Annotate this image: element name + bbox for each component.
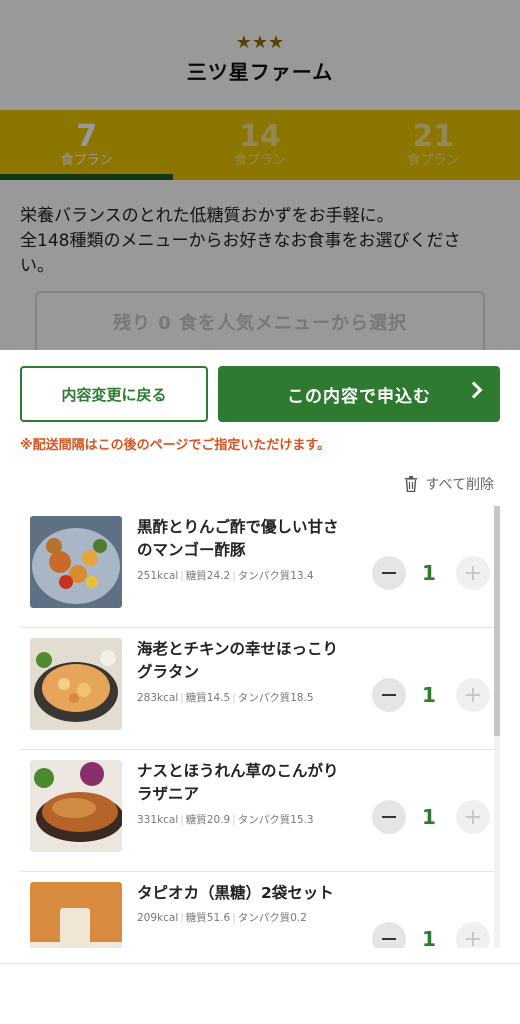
food-thumbnail (30, 760, 122, 852)
list-scrollbar[interactable] (494, 506, 500, 736)
kcal: 283kcal (137, 692, 179, 704)
carb: 糖質51.6 (185, 912, 231, 924)
delivery-notice: ※配送間隔はこの後のページでご指定いただけます。 (20, 438, 331, 453)
back-to-edit-button[interactable]: 内容変更に戻る (20, 366, 208, 422)
plus-icon (466, 566, 480, 580)
protein: タンパク質15.3 (237, 814, 314, 826)
plus-icon (466, 810, 480, 824)
submit-order-button[interactable]: この内容で申込む (218, 366, 500, 422)
item-name: 海老とチキンの幸せほっこり グラタン (137, 638, 367, 684)
quantity: 1 (422, 683, 436, 707)
food-thumbnail (30, 638, 122, 730)
item-name-line: タピオカ（黒糖）2袋セット (137, 884, 334, 902)
food-thumbnail (30, 516, 122, 608)
item-name-line: 海老とチキンの幸せほっこり (137, 640, 339, 658)
item-name: タピオカ（黒糖）2袋セット (137, 882, 367, 905)
nutrition-info: 283kcal | 糖質14.5 | タンパク質18.5 (137, 692, 314, 704)
minus-button[interactable] (372, 800, 406, 834)
chevron-right-icon (465, 381, 483, 399)
bottom-bar (0, 963, 520, 1024)
item-name-line: ラザニア (137, 785, 200, 803)
plus-button[interactable] (456, 800, 490, 834)
minus-button[interactable] (372, 556, 406, 590)
cart-list[interactable]: 黒酢とりんご酢で優しい甘さ のマンゴー酢豚 251kcal | 糖質24.2 | タンパ… (20, 506, 500, 948)
quantity: 1 (422, 561, 436, 585)
plus-button[interactable] (456, 556, 490, 590)
item-name-line: 黒酢とりんご酢で優しい甘さ (137, 518, 339, 536)
list-item: タピオカ（黒糖）2袋セット 209kcal | 糖質51.6 | タンパク質0.2 1 (20, 872, 494, 948)
nutrition-info: 251kcal | 糖質24.2 | タンパク質13.4 (137, 570, 314, 582)
carb: 糖質14.5 (185, 692, 231, 704)
food-thumbnail (30, 882, 122, 948)
protein: タンパク質0.2 (237, 912, 307, 924)
plus-icon (466, 932, 480, 946)
action-row: 内容変更に戻る この内容で申込む (20, 366, 500, 422)
trash-icon (404, 476, 417, 492)
kcal: 331kcal (137, 814, 179, 826)
delete-all-button[interactable]: すべて削除 (404, 474, 494, 494)
item-name-line: グラタン (137, 663, 200, 681)
item-name: ナスとほうれん草のこんがり ラザニア (137, 760, 367, 806)
list-item: 海老とチキンの幸せほっこり グラタン 283kcal | 糖質14.5 | タンパク質1… (20, 628, 494, 750)
minus-button[interactable] (372, 678, 406, 712)
submit-label: この内容で申込む (287, 386, 431, 407)
cart-sheet: 内容変更に戻る この内容で申込む ※配送間隔はこの後のページでご指定いただけます… (0, 350, 520, 963)
item-name-line: ナスとほうれん草のこんがり (137, 762, 339, 780)
plus-icon (466, 688, 480, 702)
quantity: 1 (422, 805, 436, 829)
item-name-line: のマンゴー酢豚 (137, 541, 246, 559)
kcal: 209kcal (137, 912, 179, 924)
kcal: 251kcal (137, 570, 179, 582)
protein: タンパク質13.4 (237, 570, 314, 582)
nutrition-info: 331kcal | 糖質20.9 | タンパク質15.3 (137, 814, 314, 826)
nutrition-info: 209kcal | 糖質51.6 | タンパク質0.2 (137, 912, 307, 924)
minus-button[interactable] (372, 922, 406, 948)
carb: 糖質20.9 (185, 814, 231, 826)
item-name: 黒酢とりんご酢で優しい甘さ のマンゴー酢豚 (137, 516, 367, 562)
plus-button[interactable] (456, 922, 490, 948)
delete-all-label: すべて削除 (425, 477, 494, 493)
quantity: 1 (422, 927, 436, 948)
list-item: ナスとほうれん草のこんがり ラザニア 331kcal | 糖質20.9 | タンパク質1… (20, 750, 494, 872)
protein: タンパク質18.5 (237, 692, 314, 704)
plus-button[interactable] (456, 678, 490, 712)
list-item: 黒酢とりんご酢で優しい甘さ のマンゴー酢豚 251kcal | 糖質24.2 | タンパ… (20, 506, 494, 628)
carb: 糖質24.2 (185, 570, 231, 582)
